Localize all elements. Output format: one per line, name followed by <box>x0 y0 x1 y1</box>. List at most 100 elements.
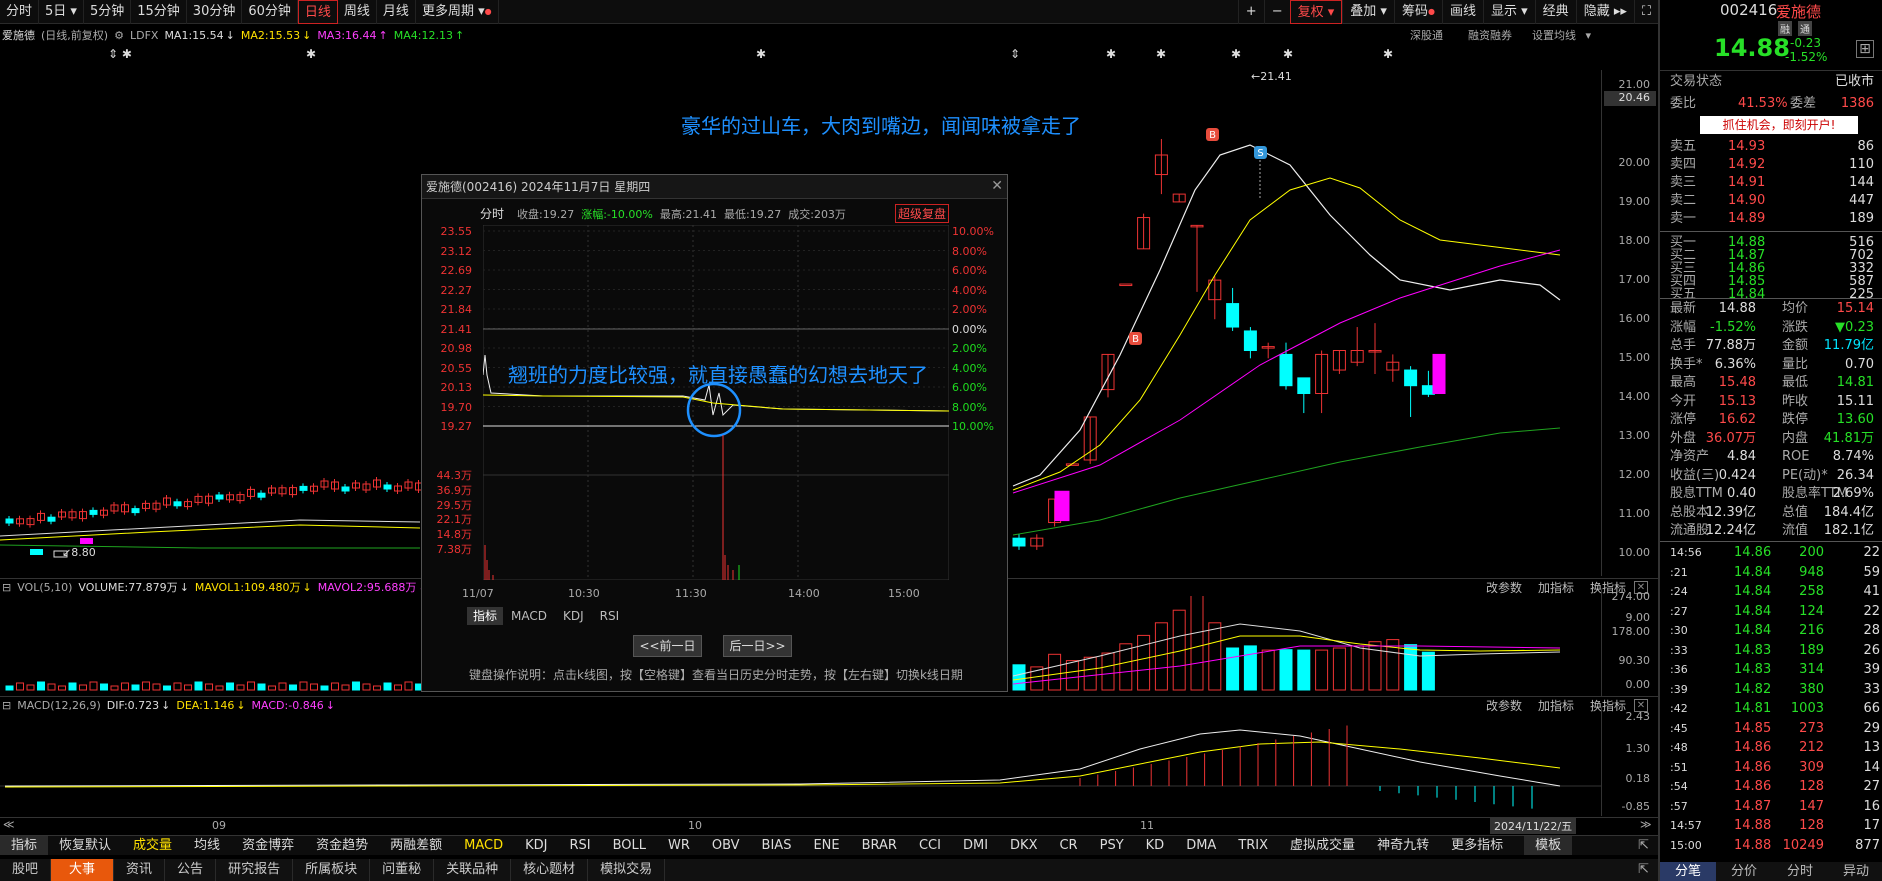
indicator-tab[interactable]: MACD <box>453 836 514 855</box>
info-tab[interactable]: 股吧 <box>0 859 52 881</box>
popup-price-tick: 22.69 <box>440 264 473 277</box>
indicator-tab[interactable]: 神奇九转 <box>1366 836 1440 855</box>
collapse-icon[interactable]: ⊟ <box>2 581 11 594</box>
scroll-right-icon[interactable]: ≫ <box>1640 818 1652 831</box>
period-60min[interactable]: 60分钟 <box>242 0 298 24</box>
indicator-tab[interactable]: DMI <box>952 836 999 855</box>
indicator-tab[interactable]: CR <box>1048 836 1088 855</box>
indicator-tab[interactable]: OBV <box>701 836 751 855</box>
period-weekly[interactable]: 周线 <box>338 0 377 24</box>
event-marker-icon[interactable]: ✱ <box>1283 47 1293 61</box>
indicator-tab[interactable]: BIAS <box>751 836 803 855</box>
info-tab[interactable]: 关联品种 <box>434 859 512 881</box>
scroll-left-icon[interactable]: ≪ <box>3 818 15 831</box>
event-marker-icon[interactable]: ⇕ <box>1010 47 1020 61</box>
indicator-tab[interactable]: 更多指标 <box>1440 836 1514 855</box>
popup-tab-rsi[interactable]: RSI <box>592 607 628 625</box>
indicator-tab[interactable]: 模板 <box>1524 836 1573 855</box>
add-indicator-button[interactable]: 加指标 <box>1538 699 1574 713</box>
info-tab[interactable]: 资讯 <box>114 859 166 881</box>
tab-3[interactable]: 异动 <box>1828 862 1882 881</box>
info-tab[interactable]: 问董秘 <box>370 859 435 881</box>
indicator-tab[interactable]: 成交量 <box>122 836 183 855</box>
expand-icon[interactable]: ⇱ <box>1638 838 1649 853</box>
overlay-button[interactable]: 叠加 ▾ <box>1342 0 1394 24</box>
period-more[interactable]: 更多周期 ▾● <box>416 0 499 24</box>
indicator-tab[interactable]: 两融差额 <box>379 836 453 855</box>
tick-volume: 380 <box>1799 681 1824 697</box>
popup-tab-indicator[interactable]: 指标 <box>467 607 504 625</box>
indicator-tab[interactable]: CCI <box>908 836 952 855</box>
tab-1[interactable]: 分价 <box>1716 862 1772 881</box>
super-review-button[interactable]: 超级复盘 <box>895 204 950 223</box>
indicator-tab[interactable]: KD <box>1135 836 1176 855</box>
period-15min[interactable]: 15分钟 <box>131 0 187 24</box>
info-tab[interactable]: 核心题材 <box>511 859 589 881</box>
indicator-tab[interactable]: WR <box>657 836 701 855</box>
event-marker-icon[interactable]: ✱ <box>1383 47 1393 61</box>
next-day-button[interactable]: 后一日>> <box>723 635 792 657</box>
indicator-tab[interactable]: DKX <box>999 836 1048 855</box>
macd-chart[interactable] <box>0 714 1601 816</box>
tab-0[interactable]: 分笔 <box>1660 862 1716 881</box>
intraday-chart[interactable] <box>483 225 949 580</box>
indicator-tab[interactable]: 恢复默认 <box>48 836 122 855</box>
close-icon[interactable]: ✕ <box>991 178 1003 194</box>
deep-link[interactable]: 深股通 <box>1410 25 1443 47</box>
collapse-icon[interactable]: ⊟ <box>2 699 11 712</box>
tab-2[interactable]: 分时 <box>1772 862 1828 881</box>
indicator-tab[interactable]: ENE <box>802 836 850 855</box>
indicator-tab[interactable]: RSI <box>558 836 601 855</box>
indicator-tab[interactable]: BOLL <box>602 836 657 855</box>
period-daily[interactable]: 日线 <box>297 0 338 24</box>
indicator-tab[interactable]: BRAR <box>851 836 908 855</box>
indicator-tab[interactable]: 虚拟成交量 <box>1279 836 1366 855</box>
indicator-tab[interactable]: 指标 <box>0 836 49 855</box>
add-watchlist-icon[interactable]: ⊞ <box>1856 40 1874 58</box>
margin-link[interactable]: 融资融券 <box>1468 25 1512 47</box>
event-marker-icon[interactable]: ✱ <box>756 47 766 61</box>
event-marker-icon[interactable]: ✱ <box>1106 47 1116 61</box>
expand-icon[interactable]: ⛶ <box>1633 0 1658 24</box>
indicator-tab[interactable]: KDJ <box>514 836 558 855</box>
period-monthly[interactable]: 月线 <box>377 0 416 24</box>
add-indicator-button[interactable]: 加指标 <box>1538 581 1574 595</box>
info-tab[interactable]: 大事 <box>51 859 115 881</box>
event-marker-icon[interactable]: ✱ <box>1231 47 1241 61</box>
indicator-tab[interactable]: 均线 <box>183 836 231 855</box>
display-button[interactable]: 显示 ▾ <box>1482 0 1535 24</box>
chips-button[interactable]: 筹码● <box>1393 0 1442 24</box>
zoom-out-button[interactable]: − <box>1263 0 1290 24</box>
period-5day[interactable]: 5日 ▾ <box>39 0 84 24</box>
edit-params-button[interactable]: 改参数 <box>1486 699 1522 713</box>
popup-tab-macd[interactable]: MACD <box>503 607 555 625</box>
info-tab[interactable]: 模拟交易 <box>588 859 666 881</box>
period-fenshi[interactable]: 分时 <box>0 0 40 24</box>
set-ma-link[interactable]: 设置均线 ▾ <box>1532 25 1591 47</box>
edit-params-button[interactable]: 改参数 <box>1486 581 1522 595</box>
draw-line-button[interactable]: 画线 <box>1441 0 1483 24</box>
open-account-banner[interactable]: 抓住机会，即刻开户! <box>1700 116 1858 134</box>
period-30min[interactable]: 30分钟 <box>187 0 243 24</box>
classic-button[interactable]: 经典 <box>1534 0 1576 24</box>
info-tab[interactable]: 公告 <box>165 859 217 881</box>
indicator-tab[interactable]: 资金趋势 <box>305 836 379 855</box>
indicator-tab[interactable]: TRIX <box>1227 836 1279 855</box>
event-marker-icon[interactable]: ⇕ ✱ <box>108 47 132 61</box>
prev-day-button[interactable]: <<前一日 <box>633 635 702 657</box>
expand-icon[interactable]: ⇱ <box>1638 862 1649 877</box>
settings-gear-icon[interactable]: ⚙ <box>114 29 124 42</box>
period-5min[interactable]: 5分钟 <box>84 0 132 24</box>
zoom-in-button[interactable]: + <box>1237 0 1264 24</box>
indicator-tab[interactable]: PSY <box>1089 836 1135 855</box>
event-marker-icon[interactable]: ✱ <box>1156 47 1166 61</box>
info-tab[interactable]: 研究报告 <box>216 859 294 881</box>
indicator-tab[interactable]: DMA <box>1175 836 1227 855</box>
hide-button[interactable]: 隐藏 ▸▸ <box>1575 0 1634 24</box>
event-marker-icon[interactable]: ✱ <box>306 47 316 61</box>
info-tab[interactable]: 所属板块 <box>293 859 371 881</box>
fuquan-button[interactable]: 复权 ▾ <box>1289 0 1343 24</box>
info-tabs: 股吧 大事 资讯 公告 研究报告 所属板块 问董秘 关联品种 核心题材 模拟交易 <box>0 859 1658 881</box>
popup-tab-kdj[interactable]: KDJ <box>555 607 592 625</box>
indicator-tab[interactable]: 资金博弈 <box>231 836 305 855</box>
